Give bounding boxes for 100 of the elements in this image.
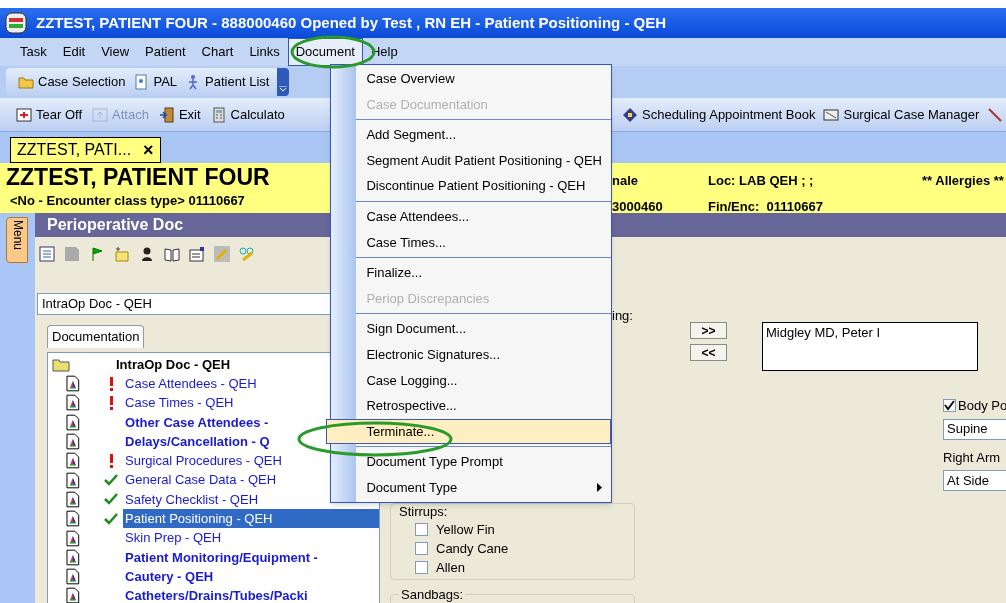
document-icon	[66, 490, 80, 508]
folder-star-icon	[114, 246, 130, 262]
allergies-text: ** Allergies **	[922, 172, 1004, 190]
checkbox-label: Allen	[436, 558, 465, 577]
context-menu-item[interactable]: Case Times...	[356, 229, 611, 256]
exclamation-icon	[108, 376, 114, 391]
page-icon	[64, 246, 80, 262]
body-position-select[interactable]: Supine	[943, 418, 1006, 440]
context-menu-item[interactable]: Finalize...	[356, 260, 611, 286]
context-menu-item[interactable]: Add Segment...	[356, 122, 611, 148]
document-icon	[66, 529, 80, 547]
document-icon	[66, 510, 80, 528]
grid-icon	[39, 246, 55, 262]
document-icon	[66, 568, 80, 586]
banner-text: 3000460	[612, 197, 664, 216]
check-icon	[104, 512, 119, 525]
person-icon	[139, 246, 155, 262]
right-arm-select[interactable]: At Side	[943, 470, 1006, 491]
group-label: Stirrups:	[399, 504, 449, 520]
tear-off-icon	[16, 106, 32, 123]
attach-icon	[92, 106, 108, 123]
monitor-icon	[823, 106, 840, 123]
context-menu-item[interactable]: Case Attendees...	[356, 203, 611, 230]
field-label: ing:	[612, 307, 634, 325]
checkbox-label: Candy Cane	[436, 539, 509, 558]
group-label: Sandbags:	[399, 587, 466, 602]
list-item[interactable]: Midgley MD, Peter I	[766, 323, 974, 343]
document-icon	[66, 433, 80, 451]
document-icon	[66, 413, 80, 431]
flag-icon	[89, 246, 105, 262]
toolbar-button[interactable]: Tear Off	[16, 104, 82, 125]
context-menu-item[interactable]: Sign Document...	[356, 316, 611, 342]
tree-item[interactable]: Catheters/Drains/Tubes/Packi	[123, 586, 379, 603]
context-menu-item[interactable]: Document Type	[356, 474, 611, 501]
calculator-icon	[210, 106, 227, 123]
toolbar-button[interactable]: Patient List	[185, 72, 270, 92]
location-text: Loc: LAB QEH ; ;	[708, 172, 815, 190]
patient-name: ZZTEST, PATIENT FOUR	[6, 163, 270, 191]
checkbox[interactable]	[415, 561, 428, 574]
folder-icon	[52, 357, 70, 372]
tree-item[interactable]: Patient Positioning - QEH	[123, 509, 379, 529]
exclamation-icon	[108, 395, 114, 410]
submenu-arrow-icon	[597, 483, 602, 493]
toolbar-button[interactable]: Exit	[158, 104, 201, 125]
toolbar-button[interactable]: PAL	[133, 72, 178, 92]
document-icon	[66, 375, 80, 393]
toolbar-button[interactable]: Calculato	[210, 104, 285, 125]
tree-item[interactable]: IntraOp Doc - QEH	[116, 354, 231, 375]
move-button[interactable]: >>	[690, 322, 727, 339]
app-icon	[4, 11, 28, 35]
check-icon	[104, 493, 119, 506]
close-button[interactable]: ×	[143, 136, 154, 164]
form-icon	[189, 246, 205, 262]
checkbox-label: Yellow Fin	[436, 520, 495, 539]
overflow-chevron-icon[interactable]	[277, 68, 290, 96]
move-button[interactable]: <<	[690, 344, 727, 361]
menu-item[interactable]: Links	[241, 38, 288, 66]
menu-item[interactable]: Edit	[54, 38, 94, 66]
menu-item[interactable]: Task	[12, 38, 55, 66]
tree-item[interactable]: Patient Monitoring/Equipment -	[123, 547, 379, 568]
context-menu-item[interactable]: Segment Audit Patient Positioning - QEH	[356, 147, 611, 174]
door-exit-icon	[158, 106, 175, 123]
context-menu-item[interactable]: Document Type Prompt	[356, 449, 611, 475]
diamond-icon	[622, 106, 638, 123]
context-menu-item[interactable]: Electronic Signatures...	[356, 341, 611, 368]
context-menu-item[interactable]: Retrospective...	[356, 393, 611, 419]
exclamation-icon	[108, 453, 114, 468]
book-icon	[164, 246, 180, 262]
context-menu-item[interactable]: Case Overview	[356, 66, 611, 92]
toolbar-button[interactable]: Scheduling Appointment Book	[622, 104, 816, 125]
glasses-pencil-icon	[239, 246, 255, 262]
patient-tab[interactable]: ZZTEST, PATI... ×	[10, 137, 161, 163]
toolbar-button[interactable]: Surgical Case Manager	[823, 104, 980, 125]
context-menu-item[interactable]: Case Logging...	[356, 367, 611, 394]
document-icon	[66, 471, 80, 489]
checkbox-label: Body Po	[958, 397, 1006, 415]
assigned-list[interactable]: Midgley MD, Peter I	[762, 322, 978, 371]
menu-item[interactable]: Patient	[137, 38, 194, 66]
context-menu-item[interactable]: Discontinue Patient Positioning - QEH	[356, 173, 611, 199]
fin-text: Fin/Enc: 01110667	[708, 197, 824, 216]
menu-item[interactable]: Chart	[193, 38, 242, 66]
window-title: ZZTEST, PATIENT FOUR - 888000460 Opened by Test , RN EH - Patient Positioning - QEH	[36, 12, 667, 33]
checkbox[interactable]	[415, 542, 428, 555]
document-icon	[133, 74, 150, 90]
tree-item[interactable]: Cautery - QEH	[123, 566, 379, 587]
field-label: Right Arm	[943, 448, 1002, 467]
encounter-text: <No - Encounter class type> 01110667	[9, 192, 245, 210]
checkbox[interactable]	[943, 399, 956, 413]
tree-item[interactable]: Skin Prep - QEH	[123, 528, 379, 548]
document-icon	[66, 452, 80, 470]
pencil-icon	[214, 246, 230, 262]
check-icon	[104, 474, 119, 487]
checkbox[interactable]	[415, 523, 428, 536]
context-menu-item[interactable]: Terminate...	[326, 418, 611, 445]
menu-item[interactable]: View	[93, 38, 138, 66]
toolbar-button[interactable]: Case Selection	[18, 72, 126, 92]
menu-side-tab[interactable]: Menu	[6, 217, 28, 263]
document-icon	[66, 394, 80, 412]
tab[interactable]: Documentation	[47, 325, 145, 348]
folder-icon	[18, 74, 34, 90]
